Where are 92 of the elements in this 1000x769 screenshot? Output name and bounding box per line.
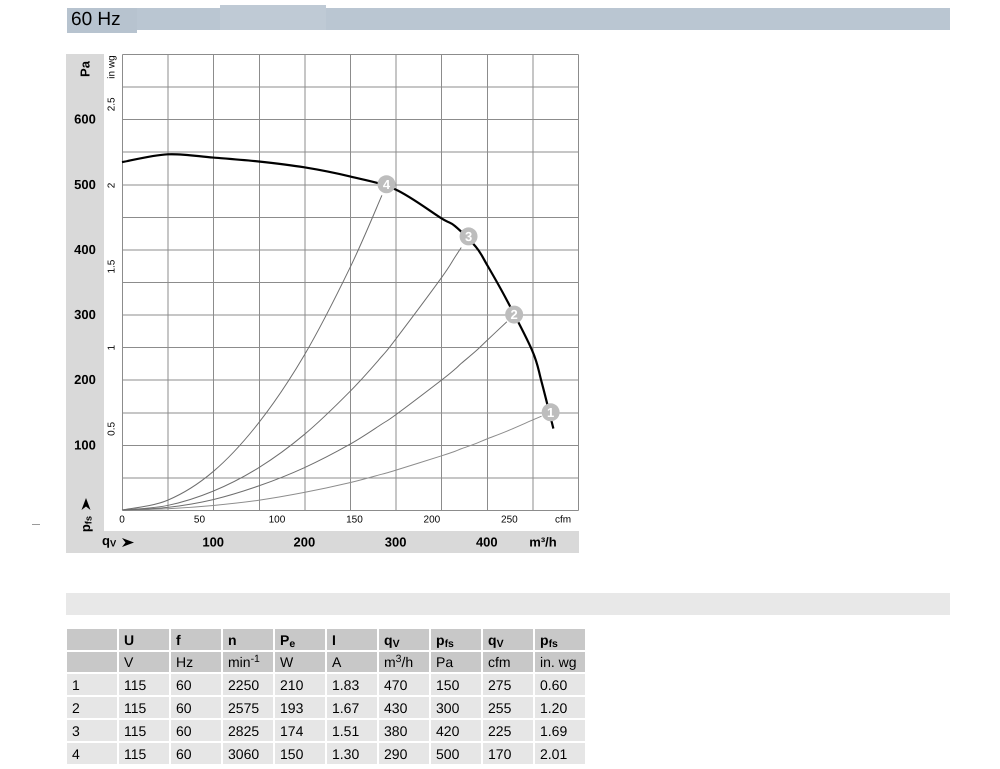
x-tick-label: 400	[476, 534, 498, 550]
table-cell: 2825	[223, 720, 273, 741]
column-header: Hz	[171, 652, 221, 672]
y-tick-label: 300	[74, 307, 96, 322]
table-cell: 1.67	[327, 697, 377, 718]
table-cell: 1.51	[327, 720, 377, 741]
x-tick-label: 200	[424, 514, 440, 526]
table-cell: 193	[275, 697, 325, 718]
x-tick-label: 300	[384, 534, 406, 550]
y-tick-label: 100	[74, 437, 96, 452]
column-header: cfm	[483, 652, 533, 672]
table-cell: 115	[119, 743, 169, 764]
column-header: I	[327, 629, 377, 650]
table-cell: 170	[483, 743, 533, 764]
table-cell: 290	[379, 743, 429, 764]
x-tick-label: 100	[202, 534, 224, 550]
table-cell: 225	[483, 720, 533, 741]
column-header: in. wg	[535, 652, 585, 672]
y-tick-label: 500	[74, 176, 96, 192]
y-tick-label: 2.5	[106, 97, 118, 112]
table-cell: 60	[171, 674, 221, 695]
table-cell: 430	[379, 697, 429, 718]
table-cell: 60	[171, 720, 221, 741]
table-cell: 115	[119, 720, 169, 741]
table-cell: 4	[67, 743, 117, 764]
table-cell: 500	[431, 743, 481, 764]
operating-point-marker: 4	[377, 175, 396, 194]
column-header: n	[223, 629, 273, 650]
column-header: A	[327, 652, 377, 672]
x-tick-label: 50	[194, 514, 206, 526]
table-cell: 210	[275, 674, 325, 695]
table-cell: 1.20	[535, 697, 585, 718]
annotation: 1	[547, 404, 554, 420]
axis-title: in wg	[106, 55, 118, 79]
table-cell: 2575	[223, 697, 273, 718]
column-header: q$_{V}$	[379, 629, 429, 650]
table-cell: 150	[431, 674, 481, 695]
table-cell: 1	[67, 674, 117, 695]
column-header: p$_{fs}$	[431, 629, 481, 650]
axis-title: cfm	[554, 514, 572, 526]
table-cell: 174	[275, 720, 325, 741]
axis-title: m³/h	[529, 534, 557, 550]
axis-title: Pa	[78, 61, 92, 77]
table-cell: 150	[275, 743, 325, 764]
table-cell: 380	[379, 720, 429, 741]
y-tick-label: 600	[74, 112, 96, 127]
table-cell: 420	[431, 720, 481, 741]
x-tick-label: 150	[346, 514, 363, 526]
y-tick-label: 0.5	[106, 422, 118, 436]
operating-point-marker: 2	[505, 306, 524, 324]
table-cell: 255	[483, 697, 533, 718]
table-cell: 2	[67, 697, 117, 718]
table-cell: 115	[119, 674, 169, 695]
column-header: Pa	[431, 652, 481, 672]
table-cell: 0.60	[535, 674, 585, 695]
column-header: P$_{e}$	[275, 629, 325, 650]
column-header: q$_{V}$	[483, 629, 533, 650]
operating-point-marker: 3	[460, 227, 478, 246]
table-cell: 2.01	[535, 743, 585, 764]
table-cell: 3060	[223, 743, 273, 764]
table-cell: 1.69	[535, 720, 585, 741]
table-cell: 300	[431, 697, 481, 718]
column-header: p$_{fs}$	[535, 629, 585, 650]
column-header: W	[275, 652, 325, 672]
table-cell: 1.83	[327, 674, 377, 695]
annotation: 2	[510, 307, 518, 322]
y-tick-label: 2	[106, 182, 118, 188]
x-tick-label: 250	[501, 514, 518, 526]
column-header: min$^{-1}$	[223, 652, 273, 672]
annotation: 3	[464, 228, 472, 244]
table-cell: 1.30	[327, 743, 377, 764]
annotation: 4	[382, 176, 391, 192]
column-header: U	[119, 629, 169, 650]
y-tick-label: 400	[74, 242, 96, 257]
y-tick-label: 1.5	[106, 260, 118, 274]
y-tick-label: 1	[106, 344, 118, 351]
column-header: m$^{3}$/h	[379, 652, 429, 672]
x-tick-label: 200	[294, 534, 316, 550]
table-cell: 60	[171, 697, 221, 718]
table-cell: 470	[379, 674, 429, 695]
table-cell: 2250	[223, 674, 273, 695]
y-tick-label: 200	[74, 372, 96, 388]
x-tick-label: 0	[119, 514, 125, 526]
table-cell: 115	[119, 697, 169, 718]
operating-point-marker: 1	[542, 403, 560, 422]
table-cell: 3	[67, 720, 117, 741]
column-header: V	[119, 652, 169, 672]
table-cell: 275	[483, 674, 533, 695]
x-tick-label: 100	[268, 514, 286, 526]
column-header: f	[171, 629, 221, 650]
table-cell: 60	[171, 743, 221, 764]
axis-symbol: q$_{V}$	[102, 532, 116, 548]
